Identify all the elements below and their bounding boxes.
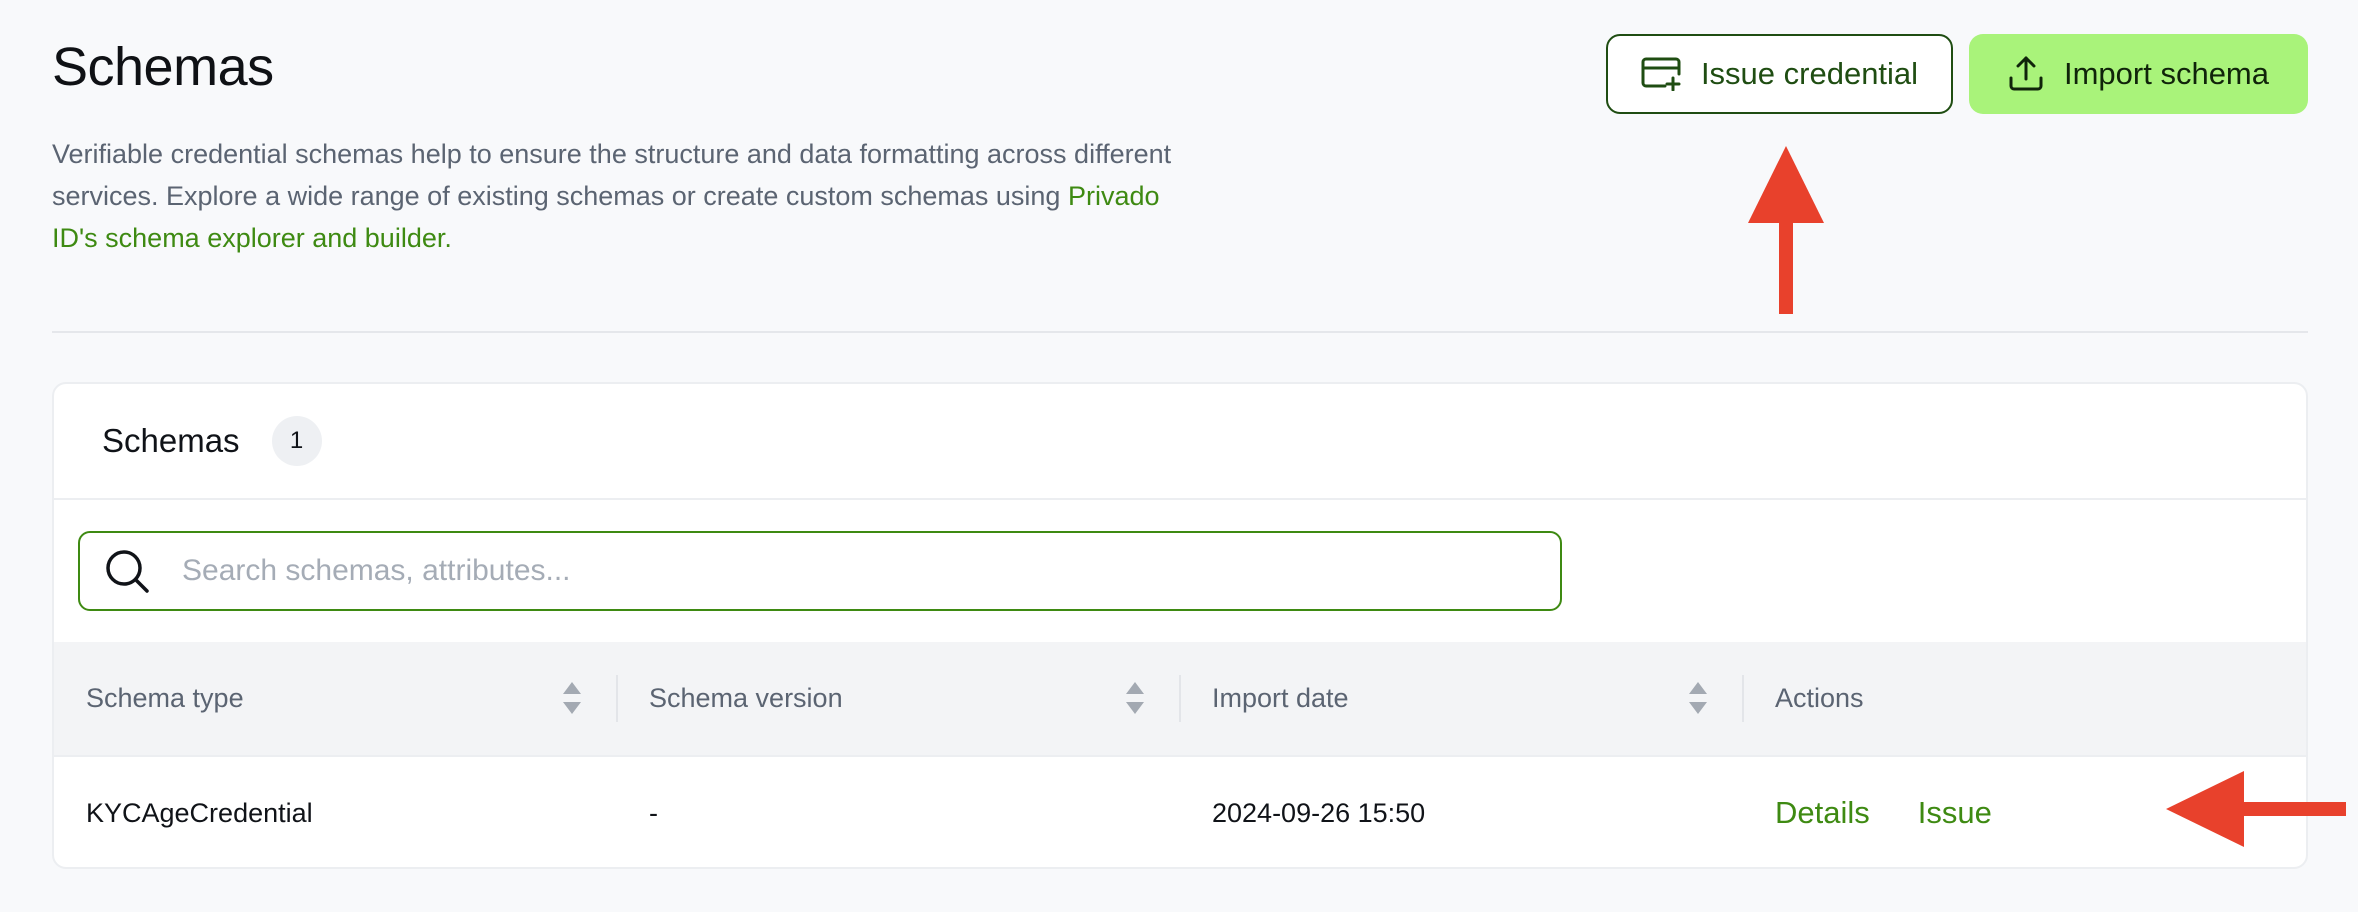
column-label: Schema type xyxy=(86,683,244,713)
issue-credential-label: Issue credential xyxy=(1700,56,1919,91)
cell-schema-version: - xyxy=(649,797,658,828)
details-link[interactable]: Details xyxy=(1775,795,1870,831)
card-header: Schemas 1 xyxy=(54,384,2306,500)
header-divider xyxy=(52,331,2308,333)
description-text: Verifiable credential schemas help to en… xyxy=(52,139,1172,211)
annotation-arrow-up xyxy=(1748,146,1824,314)
cell-import-date: 2024-09-26 15:50 xyxy=(1212,797,1426,828)
column-header-schema-type[interactable]: Schema type xyxy=(54,642,616,755)
issue-link[interactable]: Issue xyxy=(1918,795,1992,831)
card-title: Schemas xyxy=(102,422,240,459)
search-box[interactable] xyxy=(78,531,1562,611)
column-header-schema-version[interactable]: Schema version xyxy=(616,642,1179,755)
page-description: Verifiable credential schemas help to en… xyxy=(52,133,1182,259)
column-label: Actions xyxy=(1775,683,1864,713)
column-label: Schema version xyxy=(649,683,843,713)
table-row: KYCAgeCredential - 2024-09-26 15:50 Deta… xyxy=(54,757,2306,867)
search-icon xyxy=(104,548,150,594)
cell-schema-type: KYCAgeCredential xyxy=(86,797,313,828)
import-schema-label: Import schema xyxy=(2063,56,2269,91)
credential-add-icon xyxy=(1641,57,1681,91)
search-input[interactable] xyxy=(180,553,1560,589)
annotation-arrow-left xyxy=(2166,771,2346,847)
column-label: Import date xyxy=(1212,683,1349,713)
sort-icon[interactable] xyxy=(1688,680,1708,723)
column-header-actions: Actions xyxy=(1742,642,2306,755)
page-title: Schemas xyxy=(52,37,274,97)
issue-credential-button[interactable]: Issue credential xyxy=(1606,34,1953,114)
schemas-card: Schemas 1 Schema type Schema version Imp… xyxy=(52,382,2308,869)
import-schema-button[interactable]: Import schema xyxy=(1969,34,2308,114)
sort-icon[interactable] xyxy=(562,680,582,723)
sort-icon[interactable] xyxy=(1125,680,1145,723)
count-badge: 1 xyxy=(271,416,322,466)
upload-icon xyxy=(2008,56,2044,92)
table-header: Schema type Schema version Import date A… xyxy=(54,642,2306,757)
column-header-import-date[interactable]: Import date xyxy=(1179,642,1742,755)
cell-actions: Details Issue xyxy=(1775,757,1992,867)
